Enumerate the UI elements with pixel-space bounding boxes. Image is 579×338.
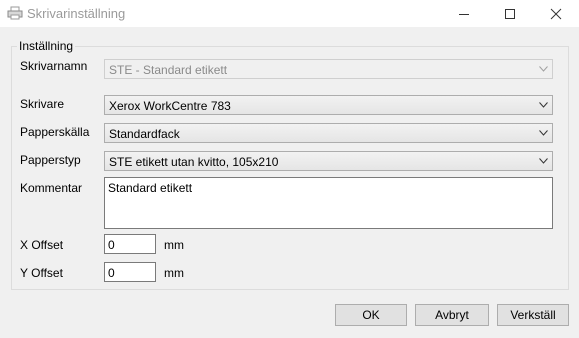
kommentar-textarea[interactable]: Standard etikett: [104, 177, 553, 229]
y-offset-value: 0: [108, 266, 115, 280]
y-offset-unit: mm: [164, 266, 184, 280]
dialog-body: Inställning Skrivarnamn STE - Standard e…: [0, 27, 579, 338]
skrivarnamn-label: Skrivarnamn: [20, 59, 88, 73]
minimize-button[interactable]: [441, 0, 487, 27]
kommentar-label: Kommentar: [20, 181, 83, 195]
x-offset-input[interactable]: 0: [104, 234, 156, 254]
maximize-icon: [505, 9, 515, 19]
papperskalla-label: Papperskälla: [20, 125, 90, 139]
papperstyp-combo[interactable]: STE etikett utan kvitto, 105x210: [104, 151, 553, 171]
skrivare-label: Skrivare: [20, 97, 65, 111]
skrivare-value: Xerox WorkCentre 783: [109, 99, 231, 113]
x-offset-value: 0: [108, 238, 115, 252]
title-bar: Skrivarinställning: [0, 0, 579, 27]
x-offset-unit: mm: [164, 238, 184, 252]
y-offset-input[interactable]: 0: [104, 262, 156, 282]
ok-button[interactable]: OK: [335, 304, 407, 326]
skrivarnamn-value: STE - Standard etikett: [109, 63, 228, 77]
window-title: Skrivarinställning: [27, 6, 126, 21]
cancel-button[interactable]: Avbryt: [415, 304, 489, 326]
x-offset-label: X Offset: [20, 238, 64, 252]
skrivarnamn-combo: STE - Standard etikett: [104, 59, 553, 79]
papperstyp-value: STE etikett utan kvitto, 105x210: [109, 155, 279, 169]
close-button[interactable]: [533, 0, 579, 27]
kommentar-value: Standard etikett: [108, 181, 193, 195]
maximize-button[interactable]: [487, 0, 533, 27]
chevron-down-icon: [539, 66, 548, 72]
apply-button[interactable]: Verkställ: [497, 304, 569, 326]
close-icon: [550, 8, 562, 20]
skrivare-combo[interactable]: Xerox WorkCentre 783: [104, 95, 553, 115]
papperskalla-combo[interactable]: Standardfack: [104, 123, 553, 143]
papperskalla-value: Standardfack: [109, 127, 180, 141]
y-offset-label: Y Offset: [20, 266, 63, 280]
chevron-down-icon: [539, 130, 548, 136]
chevron-down-icon: [539, 102, 548, 108]
printer-icon: [7, 6, 23, 20]
papperstyp-label: Papperstyp: [20, 153, 81, 167]
minimize-icon: [459, 14, 469, 15]
group-legend: Inställning: [17, 39, 76, 53]
chevron-down-icon: [539, 158, 548, 164]
